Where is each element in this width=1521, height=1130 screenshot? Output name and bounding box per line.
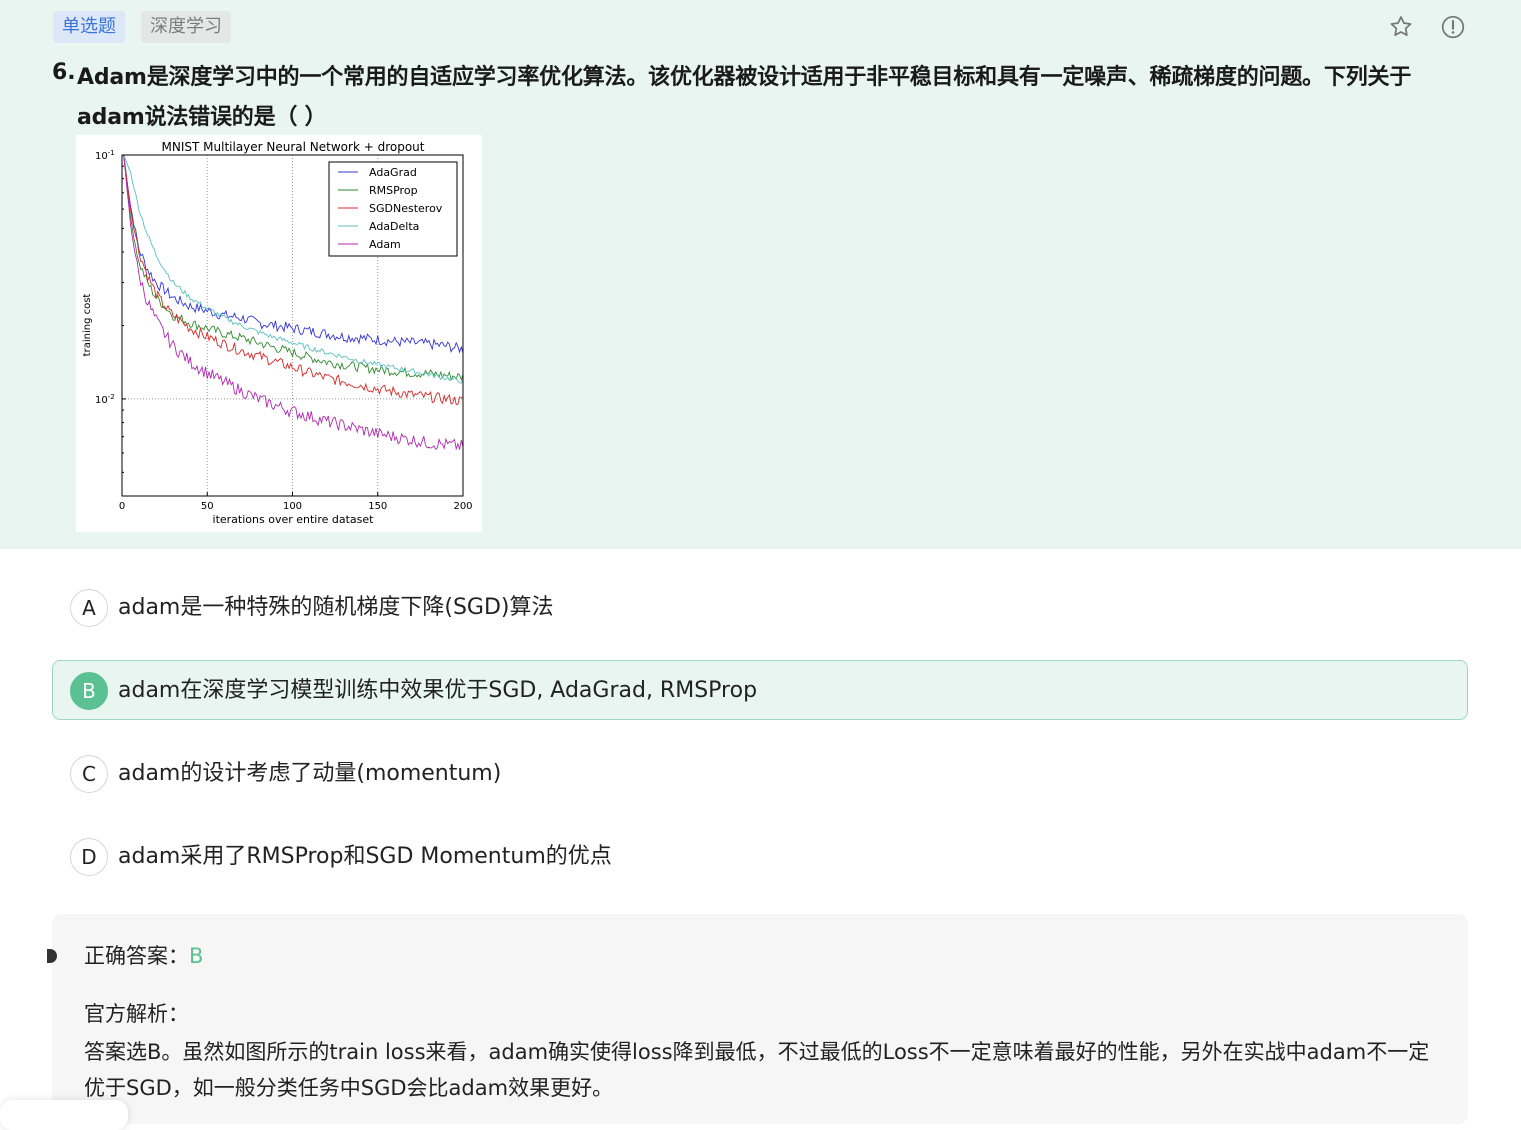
x-tick-label: 200 <box>453 501 472 512</box>
legend-entry: SGDNesterov <box>369 202 443 215</box>
legend-entry: Adam <box>369 238 401 251</box>
option-text: adam的设计考虑了动量(momentum) <box>118 761 502 786</box>
subject-tag: 深度学习 <box>141 11 231 43</box>
option-letter-badge: C <box>70 755 108 793</box>
bottom-floating-tab <box>0 1100 128 1130</box>
chart-legend: AdaGrad RMSProp SGDNesterov AdaDelta Adam <box>328 161 458 257</box>
option-a[interactable]: A adam是一种特殊的随机梯度下降(SGD)算法 <box>52 577 1468 637</box>
legend-entry: AdaDelta <box>369 220 419 233</box>
y-axis-label: training cost <box>82 294 93 357</box>
option-text: adam在深度学习模型训练中效果优于SGD, AdaGrad, RMSProp <box>118 678 758 703</box>
training-cost-chart: MNIST Multilayer Neural Network + dropou… <box>82 140 473 526</box>
option-letter-badge: D <box>70 838 108 876</box>
y-tick-label: 10-2 <box>95 393 115 406</box>
star-icon[interactable] <box>1388 14 1414 40</box>
x-tick-label: 100 <box>283 501 302 512</box>
y-tick-label: 10-1 <box>95 149 115 162</box>
question-type-tag: 单选题 <box>53 11 125 43</box>
explanation-text: 答案选B。虽然如图所示的train loss来看，adam确实使得loss降到最… <box>84 1040 1430 1100</box>
exclamation-circle-icon[interactable] <box>1440 14 1466 40</box>
correct-answer: 正确答案：B <box>84 940 203 972</box>
option-c[interactable]: C adam的设计考虑了动量(momentum) <box>52 743 1468 803</box>
legend-entry: RMSProp <box>369 184 418 197</box>
legend-entry: AdaGrad <box>369 166 417 179</box>
correct-answer-value: B <box>189 944 204 968</box>
option-text: adam是一种特殊的随机梯度下降(SGD)算法 <box>118 595 554 620</box>
x-tick-label: 50 <box>201 501 214 512</box>
question-figure: MNIST Multilayer Neural Network + dropou… <box>76 135 482 532</box>
chart-title: MNIST Multilayer Neural Network + dropou… <box>162 140 425 154</box>
question-text: Adam是深度学习中的一个常用的自适应学习率优化算法。该优化器被设计适用于非平稳… <box>77 65 1412 130</box>
x-tick-label: 150 <box>368 501 387 512</box>
option-b[interactable]: B adam在深度学习模型训练中效果优于SGD, AdaGrad, RMSPro… <box>52 660 1468 720</box>
option-text: adam采用了RMSProp和SGD Momentum的优点 <box>118 844 612 869</box>
option-d[interactable]: D adam采用了RMSProp和SGD Momentum的优点 <box>52 826 1468 886</box>
option-letter-badge: B <box>70 672 108 710</box>
explanation-title: 官方解析： <box>84 1002 189 1026</box>
correct-answer-label: 正确答案： <box>84 944 189 968</box>
option-letter-badge: A <box>70 589 108 627</box>
question-header: 单选题 深度学习 6. Adam是深度学习中的一个常用的自适应学习率优化算法。该… <box>0 0 1521 549</box>
x-tick-label: 0 <box>119 501 125 512</box>
x-axis-label: iterations over entire dataset <box>213 513 375 526</box>
question-number: 6. <box>52 60 76 85</box>
